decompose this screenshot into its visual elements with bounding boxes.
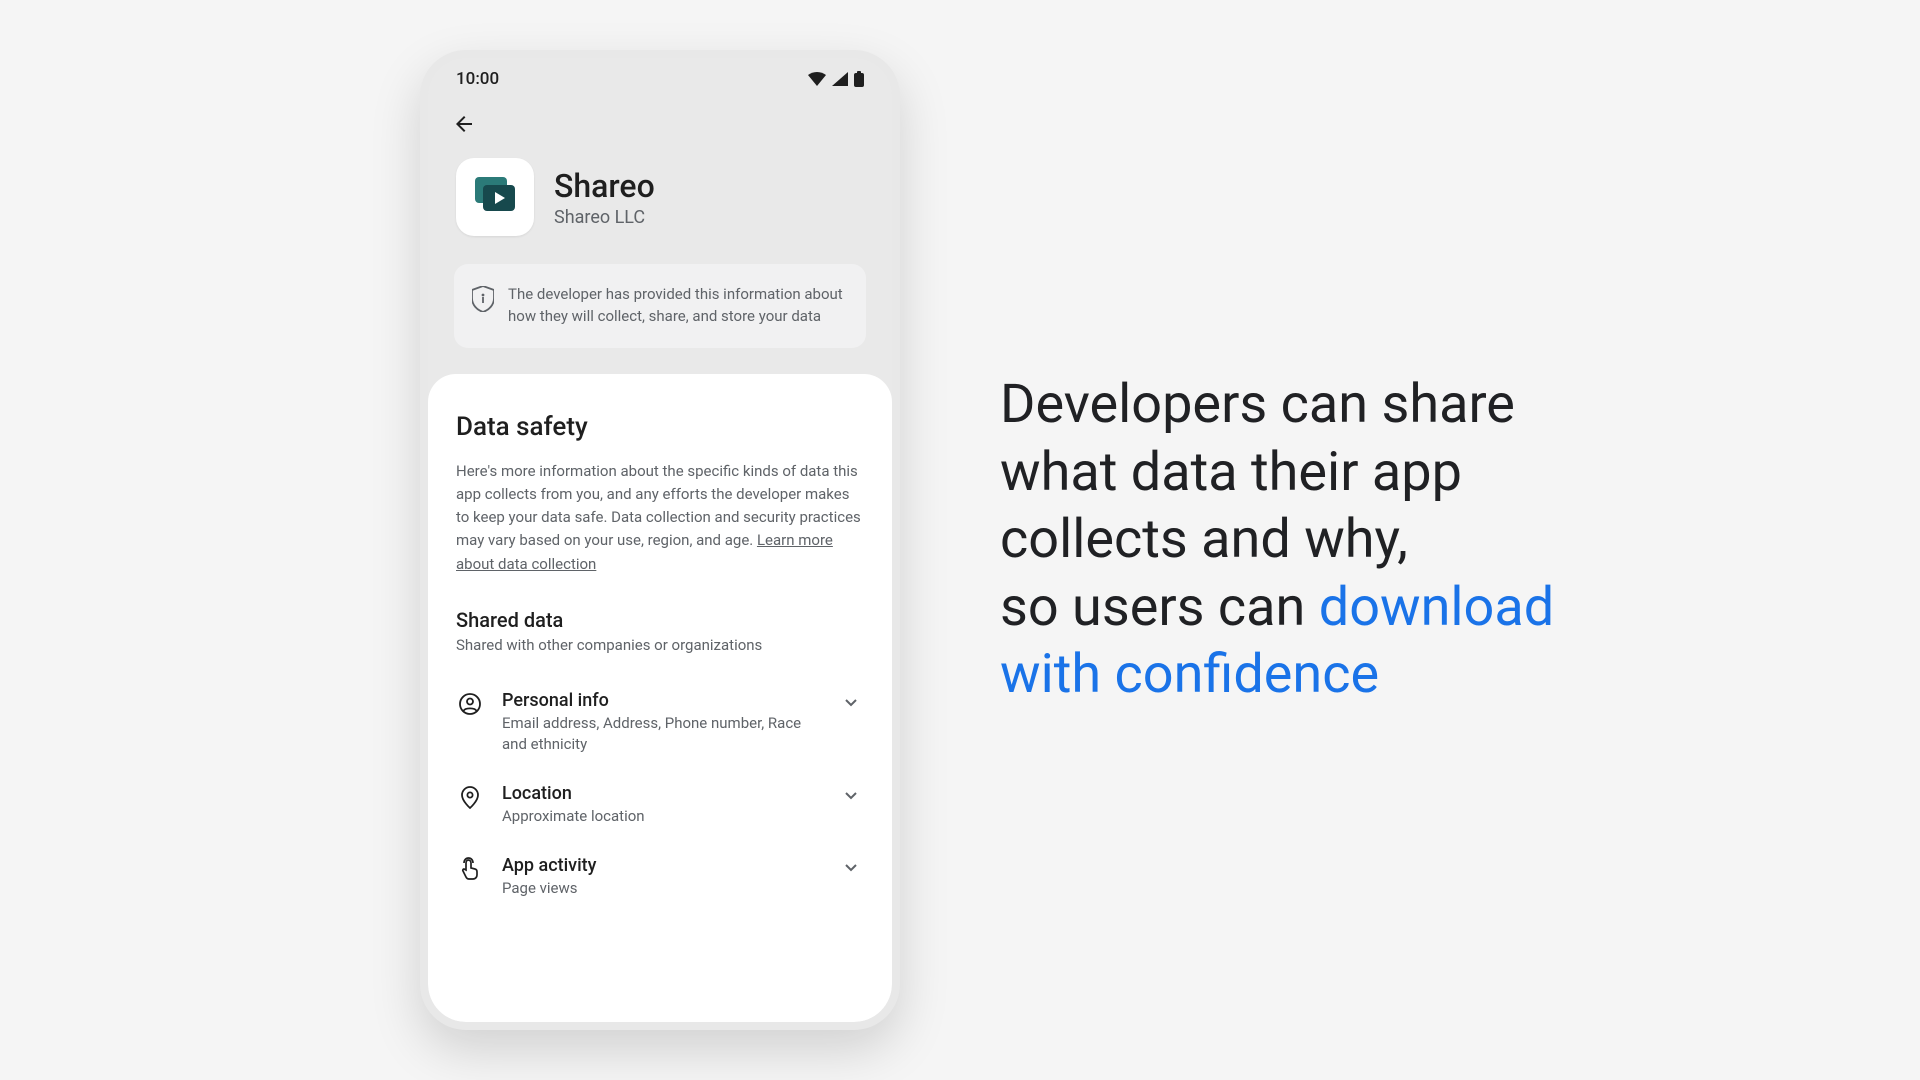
marketing-headline: Developers can share what data their app… — [1000, 371, 1640, 709]
shared-row-app-activity[interactable]: App activity Page views — [456, 841, 864, 913]
info-card-text: The developer has provided this informat… — [508, 284, 848, 328]
app-title-block: Shareo Shareo LLC — [554, 167, 655, 228]
status-icons — [808, 71, 864, 87]
wifi-icon — [808, 72, 826, 86]
row-sub: Page views — [502, 878, 824, 899]
phone-screen: 10:00 — [428, 58, 892, 1022]
row-title: Personal info — [502, 690, 824, 711]
phone-frame: 10:00 — [420, 50, 900, 1030]
info-card: The developer has provided this informat… — [454, 264, 866, 348]
data-safety-title: Data safety — [456, 412, 864, 442]
location-icon — [456, 783, 484, 809]
status-bar: 10:00 — [428, 58, 892, 100]
headline-part1: Developers can share what data their app… — [1000, 373, 1515, 571]
row-sub: Approximate location — [502, 806, 824, 827]
battery-icon — [854, 71, 864, 87]
chevron-down-icon — [842, 855, 864, 877]
row-title: Location — [502, 783, 824, 804]
app-icon — [456, 158, 534, 236]
headline-part2: so users can — [1000, 576, 1319, 639]
app-header: Shareo Shareo LLC — [428, 148, 892, 264]
shared-data-subtitle: Shared with other companies or organizat… — [456, 636, 864, 654]
nav-bar — [428, 100, 892, 148]
row-sub: Email address, Address, Phone number, Ra… — [502, 713, 824, 755]
chevron-down-icon — [842, 783, 864, 805]
status-time: 10:00 — [456, 69, 499, 89]
signal-icon — [832, 72, 848, 86]
shared-row-personal-info[interactable]: Personal info Email address, Address, Ph… — [456, 676, 864, 769]
shared-row-location[interactable]: Location Approximate location — [456, 769, 864, 841]
shield-icon — [472, 284, 494, 312]
chevron-down-icon — [842, 690, 864, 712]
app-name: Shareo — [554, 167, 655, 205]
back-button[interactable] — [450, 110, 478, 138]
row-title: App activity — [502, 855, 824, 876]
person-icon — [456, 690, 484, 716]
data-safety-sheet: Data safety Here's more information abou… — [428, 374, 892, 1023]
touch-icon — [456, 855, 484, 881]
data-safety-description: Here's more information about the specif… — [456, 460, 864, 576]
shared-data-title: Shared data — [456, 608, 864, 632]
app-developer: Shareo LLC — [554, 207, 655, 228]
